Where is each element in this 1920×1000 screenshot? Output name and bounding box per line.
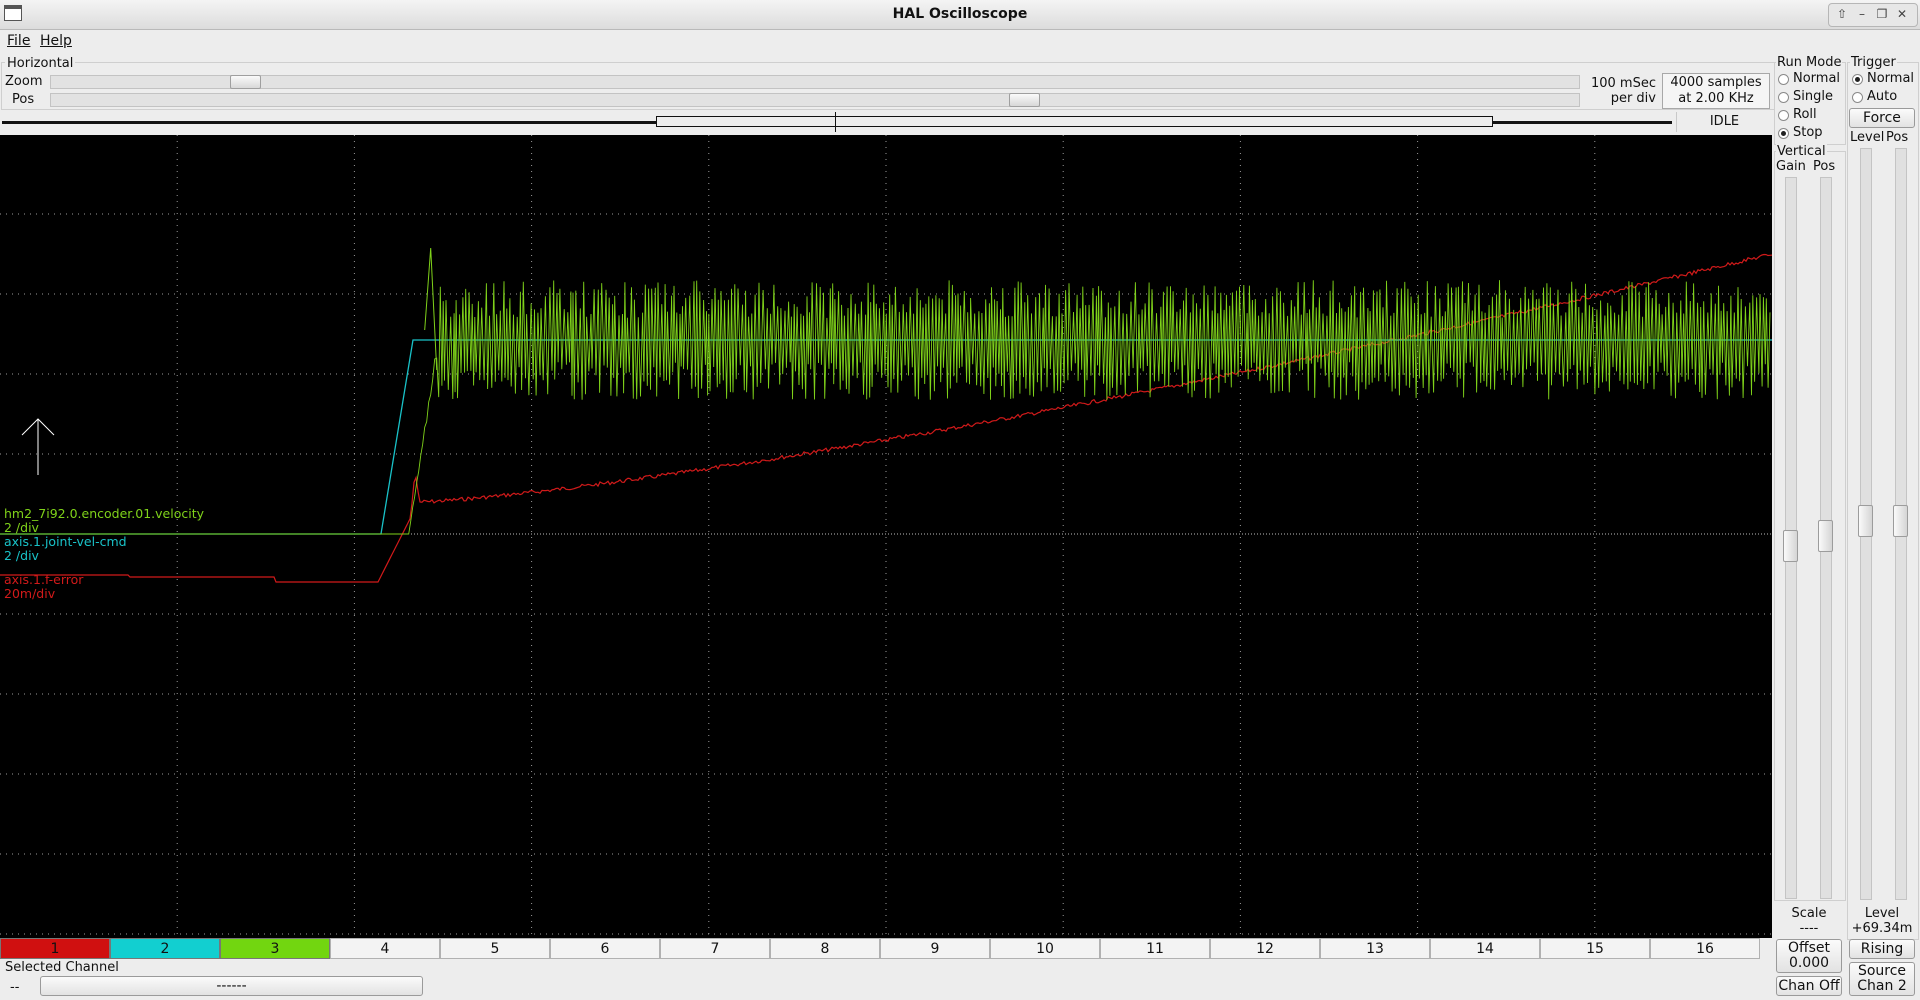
trace-encoder-overshoot: [424, 247, 438, 371]
trace-2-scale: 2 /div: [4, 548, 39, 563]
vertical-pos-slider-handle[interactable]: [1818, 520, 1833, 552]
restore-icon[interactable]: ❐: [1873, 6, 1891, 22]
run-mode-option-roll[interactable]: Roll: [1793, 107, 1817, 122]
zoom-slider-handle[interactable]: [229, 75, 261, 89]
trace-3-name: hm2_7i92.0.encoder.01.velocity: [4, 506, 204, 521]
zoom-label: Zoom: [5, 74, 43, 89]
channel-button-2[interactable]: 2: [110, 938, 220, 959]
close-icon[interactable]: ✕: [1893, 6, 1911, 22]
trigger-pos-slider-handle[interactable]: [1893, 505, 1908, 537]
chan-off-button[interactable]: Chan Off: [1776, 976, 1842, 996]
trigger-level-slider-label: Level: [1850, 130, 1885, 145]
menu-help[interactable]: Help: [40, 33, 72, 49]
run-mode-radio-single[interactable]: [1778, 92, 1789, 103]
channel-button-4[interactable]: 4: [330, 938, 440, 959]
force-trigger-button[interactable]: Force: [1849, 108, 1915, 128]
run-mode-radio-roll[interactable]: [1778, 110, 1789, 121]
trigger-pos-slider-label: Pos: [1886, 130, 1909, 145]
channel-button-10[interactable]: 10: [990, 938, 1100, 959]
run-mode-option-normal[interactable]: Normal: [1793, 71, 1840, 86]
channel-button-3[interactable]: 3: [220, 938, 330, 959]
vertical-scale-readout: Scale ----: [1791, 906, 1827, 936]
trigger-mode-option-normal[interactable]: Normal: [1867, 71, 1914, 86]
channel-button-11[interactable]: 11: [1100, 938, 1210, 959]
vertical-gain-slider-handle[interactable]: [1783, 530, 1798, 562]
channel-button-12[interactable]: 12: [1210, 938, 1320, 959]
run-mode-option-single[interactable]: Single: [1793, 89, 1833, 104]
pos-label: Pos: [12, 92, 35, 107]
trigger-edge-button[interactable]: Rising: [1849, 939, 1915, 959]
maximize-up-icon[interactable]: ⇧: [1833, 6, 1851, 22]
channel-button-14[interactable]: 14: [1430, 938, 1540, 959]
trace-encoder-velocity: [0, 280, 1771, 535]
selected-channel-label: Selected Channel: [5, 960, 119, 975]
run-mode-radio-normal[interactable]: [1778, 74, 1789, 85]
trigger-position-marker: [835, 112, 836, 132]
channel-button-6[interactable]: 6: [550, 938, 660, 959]
trigger-source-button[interactable]: Source Chan 2: [1849, 962, 1915, 996]
channel-button-16[interactable]: 16: [1650, 938, 1760, 959]
vertical-pos-label: Pos: [1813, 159, 1836, 174]
selected-channel-name[interactable]: ------: [40, 976, 423, 996]
trace-1-name: axis.1.f-error: [4, 572, 84, 587]
sample-rate-display: 4000 samples at 2.00 KHz: [1662, 73, 1770, 109]
trigger-label: Trigger: [1850, 55, 1897, 70]
vertical-gain-label: Gain: [1776, 159, 1806, 174]
run-mode-radio-stop[interactable]: [1778, 128, 1789, 139]
channel-button-13[interactable]: 13: [1320, 938, 1430, 959]
scope-display[interactable]: hm2_7i92.0.encoder.01.velocity 2 /div ax…: [0, 135, 1773, 938]
horizontal-label: Horizontal: [5, 56, 76, 71]
trigger-frame: [1847, 62, 1919, 940]
channel-button-5[interactable]: 5: [440, 938, 550, 959]
channel-button-1[interactable]: 1: [0, 938, 110, 959]
vertical-label: Vertical: [1776, 144, 1827, 159]
zoom-slider[interactable]: [50, 75, 1580, 89]
channel-button-15[interactable]: 15: [1540, 938, 1650, 959]
menu-bar: File Help: [0, 29, 1920, 54]
menu-file[interactable]: File: [7, 33, 30, 49]
trace-2-name: axis.1.joint-vel-cmd: [4, 534, 127, 549]
trigger-mode-radio-auto[interactable]: [1852, 92, 1863, 103]
time-per-div: 100 mSec per div: [1590, 76, 1656, 106]
channel-button-7[interactable]: 7: [660, 938, 770, 959]
trigger-mode-radio-normal[interactable]: [1852, 74, 1863, 85]
pos-slider[interactable]: [50, 93, 1580, 107]
minimize-icon[interactable]: –: [1853, 6, 1871, 22]
trace-legend: hm2_7i92.0.encoder.01.velocity 2 /div ax…: [4, 507, 204, 601]
channel-button-8[interactable]: 8: [770, 938, 880, 959]
scope-state: IDLE: [1676, 112, 1772, 132]
scope-plot: [0, 135, 1773, 938]
trace-1-scale: 20m/div: [4, 586, 56, 601]
scope-grid: [0, 135, 1772, 938]
trigger-level-readout: Level +69.34m: [1851, 906, 1913, 936]
run-mode-label: Run Mode: [1776, 55, 1843, 70]
vertical-offset-button[interactable]: Offset 0.000: [1776, 939, 1842, 973]
trigger-mode-option-auto[interactable]: Auto: [1867, 89, 1897, 104]
display-window-marker: [656, 116, 1493, 127]
pos-slider-handle[interactable]: [1009, 93, 1041, 107]
run-mode-option-stop[interactable]: Stop: [1793, 125, 1823, 140]
channel-button-9[interactable]: 9: [880, 938, 990, 959]
title-bar: HAL Oscilloscope ⇧ – ❐ ✕: [0, 0, 1920, 30]
selected-channel-number: --: [10, 980, 20, 995]
window-title: HAL Oscilloscope: [892, 6, 1028, 22]
trigger-level-slider-handle[interactable]: [1858, 505, 1873, 537]
trace-3-scale: 2 /div: [4, 520, 39, 535]
